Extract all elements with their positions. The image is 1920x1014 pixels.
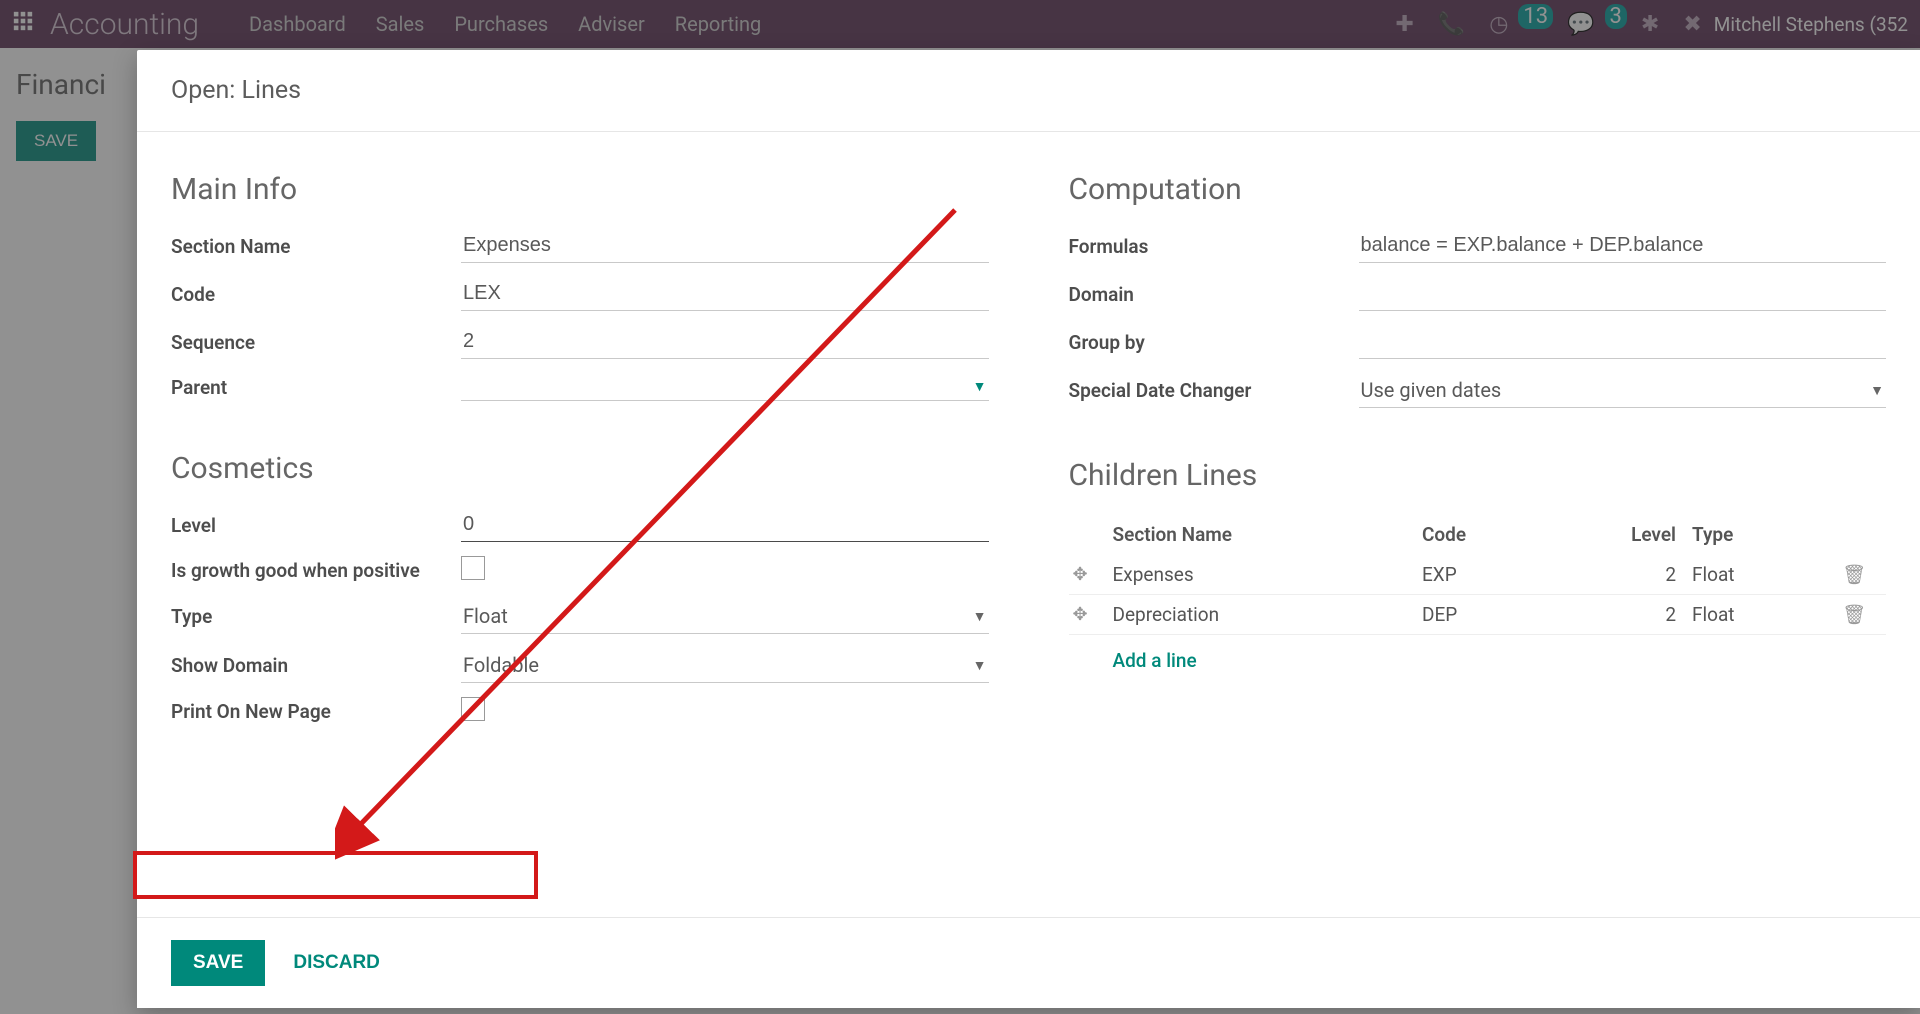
table-row[interactable]: ✥ Depreciation DEP 2 Float 🗑 <box>1069 595 1887 635</box>
field-level: Level <box>171 508 989 542</box>
label-parent: Parent <box>171 376 461 399</box>
modal-save-button[interactable]: SAVE <box>171 940 265 986</box>
cell-section-name: Expenses <box>1113 563 1423 586</box>
cell-type: Float <box>1692 603 1842 626</box>
add-line-button[interactable]: Add a line <box>1069 635 1887 686</box>
right-column: Computation Formulas Domain Group by Spe… <box>1069 172 1887 897</box>
th-section-name: Section Name <box>1113 523 1423 546</box>
table-row[interactable]: ✥ Expenses EXP 2 Float 🗑 <box>1069 555 1887 595</box>
modal: Open: Lines Main Info Section Name Code … <box>137 50 1920 1008</box>
cell-level: 2 <box>1592 603 1692 626</box>
label-formulas: Formulas <box>1069 235 1359 258</box>
select-show-domain[interactable]: Foldable ▼ <box>461 648 989 683</box>
cell-code: EXP <box>1422 563 1592 586</box>
modal-discard-button[interactable]: DISCARD <box>293 952 380 974</box>
field-group-by: Group by <box>1069 325 1887 359</box>
input-section-name[interactable] <box>461 229 989 263</box>
select-type[interactable]: Float ▼ <box>461 599 989 634</box>
label-type: Type <box>171 605 461 628</box>
drag-icon[interactable]: ✥ <box>1073 564 1113 585</box>
cosmetics-heading: Cosmetics <box>171 451 989 486</box>
label-print: Print On New Page <box>171 700 461 723</box>
label-section-name: Section Name <box>171 235 461 258</box>
select-parent[interactable]: ▼ <box>461 373 989 401</box>
select-special-date[interactable]: Use given dates ▼ <box>1359 373 1887 408</box>
checkbox-growth[interactable] <box>461 556 485 580</box>
field-special-date: Special Date Changer Use given dates ▼ <box>1069 373 1887 408</box>
label-growth: Is growth good when positive <box>171 559 461 582</box>
delete-icon[interactable]: 🗑 <box>1842 603 1882 626</box>
select-type-value: Float <box>463 604 508 628</box>
cell-level: 2 <box>1592 563 1692 586</box>
label-sequence: Sequence <box>171 331 461 354</box>
caret-icon: ▼ <box>1870 382 1884 399</box>
caret-icon: ▼ <box>973 608 987 625</box>
children-heading: Children Lines <box>1069 458 1887 493</box>
label-domain: Domain <box>1069 283 1359 306</box>
delete-icon[interactable]: 🗑 <box>1842 563 1882 586</box>
drag-icon[interactable]: ✥ <box>1073 604 1113 625</box>
label-show-domain: Show Domain <box>171 654 461 677</box>
select-special-date-value: Use given dates <box>1361 378 1502 402</box>
field-sequence: Sequence <box>171 325 989 359</box>
caret-icon: ▼ <box>973 378 987 395</box>
cell-code: DEP <box>1422 603 1592 626</box>
label-level: Level <box>171 514 461 537</box>
modal-header: Open: Lines <box>137 50 1920 132</box>
th-level: Level <box>1592 523 1692 546</box>
label-code: Code <box>171 283 461 306</box>
th-type: Type <box>1692 523 1842 546</box>
field-type: Type Float ▼ <box>171 599 989 634</box>
input-domain[interactable] <box>1359 277 1887 311</box>
children-table: Section Name Code Level Type ✥ Expenses … <box>1069 515 1887 686</box>
field-print-on-new-page: Print On New Page <box>171 697 989 726</box>
input-formulas[interactable] <box>1359 229 1887 263</box>
th-code: Code <box>1422 523 1592 546</box>
caret-icon: ▼ <box>973 657 987 674</box>
cell-section-name: Depreciation <box>1113 603 1423 626</box>
computation-heading: Computation <box>1069 172 1887 207</box>
field-growth: Is growth good when positive <box>171 556 989 585</box>
checkbox-print-on-new-page[interactable] <box>461 697 485 721</box>
input-level[interactable] <box>461 508 989 542</box>
cell-type: Float <box>1692 563 1842 586</box>
main-info-heading: Main Info <box>171 172 989 207</box>
left-column: Main Info Section Name Code Sequence Par… <box>171 172 989 897</box>
select-show-domain-value: Foldable <box>463 653 539 677</box>
field-section-name: Section Name <box>171 229 989 263</box>
field-domain: Domain <box>1069 277 1887 311</box>
label-special-date: Special Date Changer <box>1069 379 1359 402</box>
input-code[interactable] <box>461 277 989 311</box>
field-parent: Parent ▼ <box>171 373 989 401</box>
modal-title: Open: Lines <box>171 76 1886 105</box>
label-group-by: Group by <box>1069 331 1359 354</box>
field-show-domain: Show Domain Foldable ▼ <box>171 648 989 683</box>
input-group-by[interactable] <box>1359 325 1887 359</box>
input-sequence[interactable] <box>461 325 989 359</box>
modal-footer: SAVE DISCARD <box>137 917 1920 1008</box>
field-formulas: Formulas <box>1069 229 1887 263</box>
table-header-row: Section Name Code Level Type <box>1069 515 1887 555</box>
field-code: Code <box>171 277 989 311</box>
